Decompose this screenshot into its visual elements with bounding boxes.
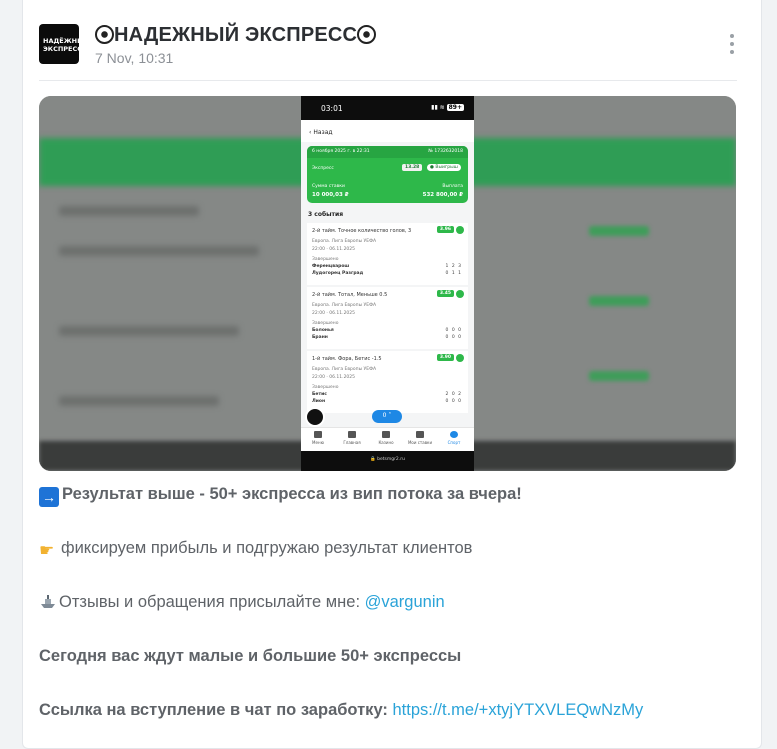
stake-label: Сумма ставки xyxy=(312,184,345,189)
post-card: НАДЁЖНЫЙ ЭКСПРЕСС НАДЕЖНЫЙ ЭКСПРЕСС 7 No… xyxy=(22,0,762,749)
event-league: Европа. Лига Европы УЕФА xyxy=(312,303,377,308)
event-team: Бетис xyxy=(312,392,327,397)
sport-icon xyxy=(450,431,458,438)
nav-menu: Меню xyxy=(303,431,333,445)
signal-wifi-icon: ▮▮ ≋ 89+ xyxy=(431,104,464,111)
event-odds: 3.90 xyxy=(436,354,454,361)
event-time: 22:00 · 06.11.2025 xyxy=(312,247,356,252)
battery-icon: 89+ xyxy=(446,104,464,111)
nav-home: Главная xyxy=(337,431,367,445)
event-odds: 3.45 xyxy=(436,290,454,297)
event-league: Европа. Лига Европы УЕФА xyxy=(312,367,377,372)
post-date[interactable]: 7 Nov, 10:31 xyxy=(95,50,173,66)
invite-link[interactable]: https://t.me/+xtyjYTXVLEQwNzMy xyxy=(392,701,643,719)
right-arrow-icon: → xyxy=(39,487,59,507)
phone-status-bar: 03:01 ▮▮ ≋ 89+ xyxy=(301,96,474,120)
channel-name-text: НАДЕЖНЫЙ ЭКСПРЕСС xyxy=(114,24,358,46)
event-team: Лион xyxy=(312,399,326,404)
event-score: 0 1 1 xyxy=(445,271,462,276)
home-icon xyxy=(348,431,356,438)
header-divider xyxy=(39,80,737,81)
post-line-4: Сегодня вас ждут малые и большие 50+ экс… xyxy=(39,647,462,665)
post-line-2: ☛ фиксируем прибыль и подгружаю результат… xyxy=(39,539,473,560)
post-line-1: → Результат выше - 50+ экспресса из вип п… xyxy=(39,484,522,507)
check-icon xyxy=(456,226,464,234)
back-label: Назад xyxy=(313,129,333,136)
event-time: 22:00 · 06.11.2025 xyxy=(312,375,356,380)
event-team: Лудогорец Разград xyxy=(312,271,364,276)
event-status: Завершено xyxy=(312,385,339,390)
event-card: 2-й тайм. Точное количество голов, 3 3.9… xyxy=(307,223,468,285)
soccer-ball-icon xyxy=(357,25,377,44)
total-odds: 13.28 xyxy=(402,164,423,171)
stake-value: 10 000,03 ₽ xyxy=(312,192,349,198)
bet-type: Экспресс xyxy=(312,166,334,171)
events-title: 3 события xyxy=(308,211,344,218)
menu-icon xyxy=(314,431,322,438)
more-options-icon[interactable] xyxy=(727,34,737,56)
soccer-ball-icon xyxy=(95,25,114,44)
event-team: Болонья xyxy=(312,328,334,333)
browser-url-bar: 🔒 betsmgr2.ru xyxy=(301,451,474,471)
phone-bottom-nav: Меню Главная Казино Мои ставки Спорт xyxy=(301,427,474,451)
event-status: Завершено xyxy=(312,321,339,326)
event-odds: 3.96 xyxy=(436,226,454,233)
back-button: ‹ Назад xyxy=(301,120,474,142)
event-card: 1-й тайм. Фора, Бетис -1.5 3.90 Европа. … xyxy=(307,351,468,413)
post-header: НАДЁЖНЫЙ ЭКСПРЕСС НАДЕЖНЫЙ ЭКСПРЕСС 7 No… xyxy=(39,24,745,68)
event-score: 2 0 2 xyxy=(445,392,462,397)
payout-label: Выплата xyxy=(442,184,463,189)
event-title: 1-й тайм. Фора, Бетис -1.5 xyxy=(312,356,382,362)
post-image[interactable]: 03:01 ▮▮ ≋ 89+ ‹ Назад 6 ноября 2025 г. … xyxy=(39,96,736,471)
tickets-icon xyxy=(416,431,424,438)
event-score: 1 2 3 xyxy=(445,264,462,269)
check-icon xyxy=(456,354,464,362)
channel-name[interactable]: НАДЕЖНЫЙ ЭКСПРЕСС xyxy=(95,24,377,47)
pointing-hand-icon: ☛ xyxy=(39,541,55,560)
ship-icon xyxy=(41,595,55,608)
contact-link[interactable]: @vargunin xyxy=(365,593,445,611)
payout-value: 532 800,00 ₽ xyxy=(422,192,463,198)
channel-avatar[interactable]: НАДЁЖНЫЙ ЭКСПРЕСС xyxy=(39,24,89,64)
bet-date: 6 ноября 2025 г. в 22:31 xyxy=(312,149,370,154)
phone-screenshot: 03:01 ▮▮ ≋ 89+ ‹ Назад 6 ноября 2025 г. … xyxy=(301,96,474,471)
betslip-button: 0 ˄ xyxy=(372,410,402,423)
casino-icon xyxy=(382,431,390,438)
event-card: 2-й тайм. Тотал, Меньше 0.5 3.45 Европа.… xyxy=(307,287,468,349)
bet-summary-card: 6 ноября 2025 г. в 22:31 № 1732632018 Экс… xyxy=(307,146,468,203)
event-title: 2-й тайм. Тотал, Меньше 0.5 xyxy=(312,292,388,298)
event-status: Завершено xyxy=(312,257,339,262)
event-score: 0 0 0 xyxy=(445,335,462,340)
sticker-badge xyxy=(305,407,325,427)
event-team: Бранн xyxy=(312,335,328,340)
nav-sport: Спорт xyxy=(439,431,469,445)
check-icon xyxy=(456,290,464,298)
status-time: 03:01 xyxy=(321,104,343,113)
event-score: 0 0 0 xyxy=(445,399,462,404)
event-title: 2-й тайм. Точное количество голов, 3 xyxy=(312,228,412,234)
post-line-5: Ссылка на вступление в чат по заработку:… xyxy=(39,701,644,719)
event-time: 22:00 · 06.11.2025 xyxy=(312,311,356,316)
bet-id: № 1732632018 xyxy=(428,149,463,154)
nav-casino: Казино xyxy=(371,431,401,445)
event-league: Европа. Лига Европы УЕФА xyxy=(312,239,377,244)
nav-my-bets: Мои ставки xyxy=(405,431,435,445)
post-line-3: Отзывы и обращения присылайте мне: @varg… xyxy=(39,592,445,612)
win-badge: ● Выигрыш xyxy=(427,164,461,171)
event-team: Ференцварош xyxy=(312,264,350,269)
event-score: 0 0 0 xyxy=(445,328,462,333)
